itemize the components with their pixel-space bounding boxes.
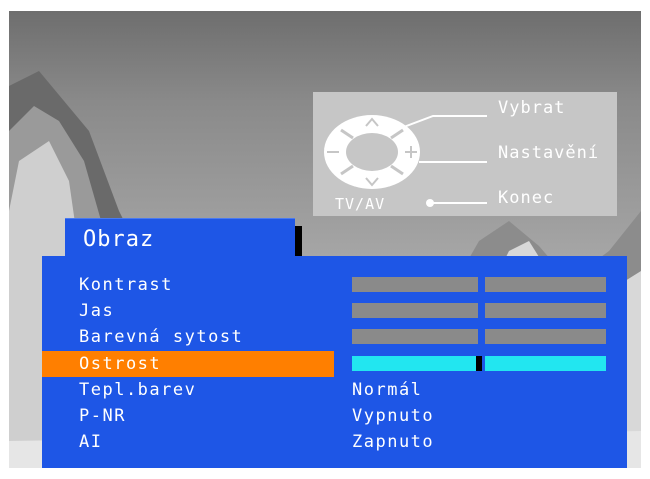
- menu-item-label: Kontrast: [79, 275, 173, 295]
- menu-item-value: Zapnuto: [352, 432, 435, 452]
- menu-item-tepl-barev[interactable]: Tepl.barev Normál: [42, 377, 627, 403]
- menu-item-jas[interactable]: Jas: [42, 298, 627, 324]
- picture-menu-panel: Kontrast Jas Barevná sytost Ostrost Tepl…: [42, 256, 627, 468]
- menu-item-kontrast[interactable]: Kontrast: [42, 272, 627, 298]
- menu-item-p-nr[interactable]: P-NR Vypnuto: [42, 403, 627, 429]
- select-hint-label: Vybrat: [498, 98, 566, 118]
- menu-item-label: AI: [79, 432, 103, 452]
- menu-title-tab: Obraz: [65, 218, 295, 259]
- level-marker: [476, 356, 482, 371]
- menu-item-label: Barevná sytost: [79, 327, 244, 347]
- menu-item-value: Vypnuto: [352, 406, 435, 426]
- adjust-hint-label: Nastavění: [498, 143, 600, 163]
- tvav-button-label: TV/AV: [335, 195, 386, 213]
- remote-help-panel: Vybrat Nastavění Konec TV/AV: [313, 92, 617, 216]
- menu-title: Obraz: [83, 227, 155, 252]
- menu-item-label: Tepl.barev: [79, 380, 197, 400]
- menu-item-barevna-sytost[interactable]: Barevná sytost: [42, 324, 627, 350]
- menu-item-label: Jas: [79, 301, 115, 321]
- menu-item-ostrost[interactable]: Ostrost: [42, 351, 627, 377]
- exit-hint-label: Konec: [498, 188, 555, 208]
- menu-item-ai[interactable]: AI Zapnuto: [42, 429, 627, 455]
- barevna-sytost-level-bar[interactable]: [352, 329, 606, 344]
- ostrost-level-bar[interactable]: [352, 356, 606, 371]
- tv-screen: Vybrat Nastavění Konec TV/AV Obraz Kontr…: [9, 11, 641, 468]
- jas-level-bar[interactable]: [352, 303, 606, 318]
- kontrast-level-bar[interactable]: [352, 277, 606, 292]
- menu-item-value: Normál: [352, 380, 423, 400]
- menu-item-label: P-NR: [79, 406, 126, 426]
- menu-item-label: Ostrost: [79, 354, 162, 374]
